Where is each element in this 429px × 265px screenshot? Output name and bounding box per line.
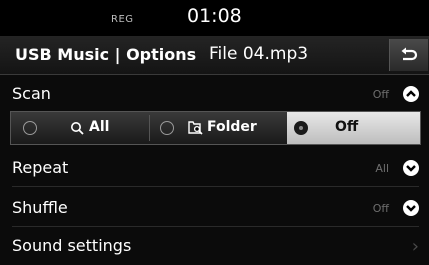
shuffle-label: Shuffle	[12, 198, 68, 217]
reg-indicator: REG	[111, 14, 134, 25]
back-button[interactable]	[389, 39, 428, 71]
page-title: USB Music | Options	[15, 45, 197, 64]
shuffle-row[interactable]: Shuffle Off	[0, 190, 429, 227]
scan-option-folder[interactable]: Folder	[150, 112, 287, 144]
scan-row[interactable]: Scan Off	[0, 76, 429, 113]
repeat-value: All	[375, 162, 389, 175]
scan-label: Scan	[12, 84, 51, 103]
divider	[12, 186, 419, 187]
search-icon	[71, 122, 84, 135]
scan-option-all[interactable]: All	[11, 112, 149, 144]
return-arrow-icon	[401, 47, 418, 61]
scan-option-folder-label: Folder	[207, 119, 257, 135]
folder-search-icon	[188, 121, 203, 135]
chevron-down-icon[interactable]	[403, 200, 419, 216]
clock: 01:08	[187, 5, 242, 27]
radio-button[interactable]	[160, 121, 174, 135]
scan-option-off-label: Off	[335, 119, 359, 135]
sound-settings-row[interactable]: Sound settings ›	[0, 228, 429, 265]
header-bar: USB Music | Options File 04.mp3	[0, 36, 429, 75]
scan-option-off[interactable]: Off	[287, 112, 420, 144]
shuffle-value: Off	[372, 202, 389, 215]
sound-settings-label: Sound settings	[12, 236, 132, 255]
scan-value: Off	[372, 88, 389, 101]
scan-options: All Folder Off	[10, 111, 421, 145]
status-bar: REG 01:08	[0, 0, 429, 36]
chevron-down-icon[interactable]	[403, 160, 419, 176]
chevron-up-icon[interactable]	[403, 86, 419, 102]
radio-button-selected[interactable]	[294, 121, 308, 135]
radio-button[interactable]	[23, 121, 37, 135]
chevron-right-icon: ›	[411, 236, 419, 257]
scan-option-all-label: All	[89, 119, 110, 135]
divider	[12, 226, 419, 227]
file-name: File 04.mp3	[209, 44, 309, 64]
repeat-label: Repeat	[12, 158, 69, 177]
repeat-row[interactable]: Repeat All	[0, 150, 429, 187]
